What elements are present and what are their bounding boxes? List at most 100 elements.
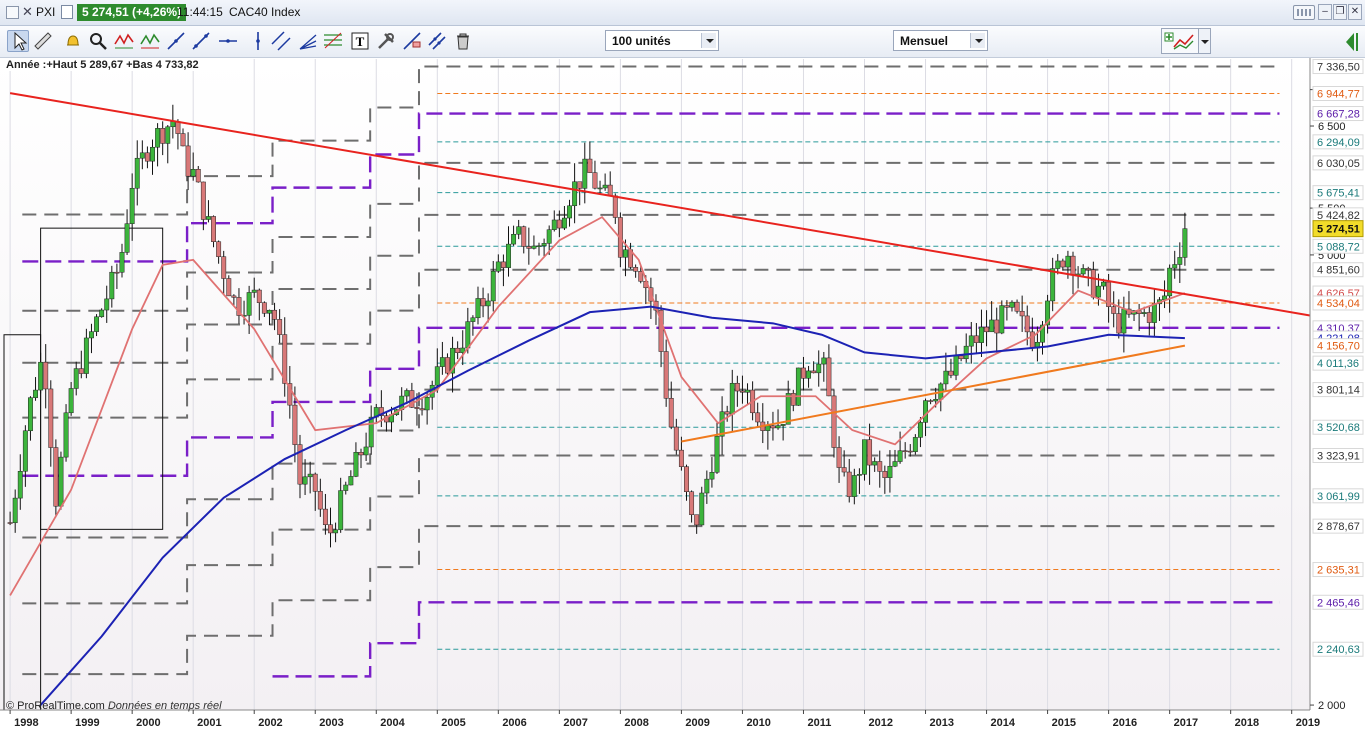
candle-up [714, 435, 720, 473]
price-chart[interactable]: 7 0006 5005 5005 0002 0007 336,506 944,7… [0, 58, 1365, 735]
cursor-tool[interactable] [7, 30, 29, 52]
candle-down [322, 508, 328, 525]
candle-up [597, 187, 603, 190]
chevron-down-icon[interactable] [701, 33, 716, 48]
ruler-tool[interactable] [32, 30, 54, 52]
candle-up [816, 363, 822, 374]
candle-up [765, 425, 771, 431]
indicators-dropdown[interactable] [1199, 28, 1211, 54]
candle-down [1029, 331, 1035, 349]
level-label: 4 156,70 [1317, 341, 1360, 353]
keyboard-icon[interactable] [1293, 5, 1315, 20]
level-label: 5 088,72 [1317, 241, 1360, 253]
fan-tool[interactable] [297, 30, 319, 52]
candle-down [948, 370, 954, 376]
horizontal-line-tool[interactable] [217, 30, 239, 52]
alert-bell-tool[interactable] [62, 30, 84, 52]
candle-down [577, 181, 583, 189]
candle-down [114, 271, 120, 274]
candle-up [1065, 255, 1071, 268]
candle-down [587, 158, 593, 173]
candle-up [1182, 228, 1188, 258]
candle-up [165, 126, 171, 144]
candle-up [699, 492, 705, 526]
candle-up [465, 321, 471, 349]
period-select[interactable]: Mensuel [893, 30, 988, 51]
level-label: 3 801,14 [1317, 385, 1360, 397]
candle-up [862, 439, 867, 475]
candle-up [27, 397, 33, 432]
candle-down [607, 184, 613, 197]
candle-down [455, 347, 461, 353]
tools-tool[interactable] [375, 30, 397, 52]
text-tool[interactable]: T [349, 30, 371, 52]
candle-up [94, 316, 100, 332]
candle-up [979, 326, 984, 343]
svg-text:T: T [356, 34, 365, 49]
channel-tool[interactable] [270, 30, 292, 52]
chart-area[interactable]: 7 0006 5005 5005 0002 0007 336,506 944,7… [0, 58, 1365, 735]
candle-up [246, 292, 252, 316]
candle-up [572, 181, 578, 207]
candle-down [1085, 268, 1091, 271]
candle-up [912, 437, 918, 452]
trend-line-tool[interactable] [190, 30, 212, 52]
vertical-line-tool[interactable] [247, 30, 269, 52]
candle-down [1060, 260, 1066, 268]
candle-down [221, 256, 227, 279]
level-label: 5 675,41 [1317, 188, 1360, 200]
candle-down [419, 408, 425, 411]
window-checkbox[interactable] [6, 6, 19, 19]
minimize-icon[interactable]: – [1318, 4, 1332, 20]
close-tab-icon[interactable]: ✕ [22, 4, 33, 20]
candle-up [953, 355, 959, 376]
indicators-button[interactable] [1161, 28, 1199, 54]
zigzag-green-tool[interactable] [139, 30, 161, 52]
year-tick-label: 2006 [502, 717, 526, 729]
candle-up [333, 529, 339, 534]
fibonacci-tool[interactable] [322, 30, 344, 52]
candle-up [22, 430, 28, 472]
candle-down [770, 425, 776, 429]
year-tick-label: 2019 [1296, 717, 1320, 729]
candle-down [78, 368, 84, 374]
candle-up [251, 289, 257, 293]
cursor-icon [14, 31, 28, 51]
fan-icon [299, 34, 317, 50]
units-select[interactable]: 100 unités [605, 30, 719, 51]
restore-icon[interactable]: ❐ [1333, 4, 1347, 20]
candle-up [363, 446, 369, 456]
close-window-icon[interactable]: ✕ [1348, 4, 1362, 20]
indicators-icon [1164, 32, 1194, 50]
parallel-tool[interactable] [426, 30, 448, 52]
candle-down [907, 450, 913, 453]
trash-tool[interactable] [452, 30, 474, 52]
candle-down [231, 295, 237, 298]
trash-icon [457, 33, 469, 50]
candle-up [68, 388, 74, 414]
trend-line-icon [192, 32, 210, 50]
candle-down [43, 361, 49, 390]
year-tick-label: 2000 [136, 717, 160, 729]
chevron-down-icon[interactable] [970, 33, 985, 48]
candle-down [826, 357, 832, 397]
candle-down [521, 226, 527, 247]
candle-up [470, 317, 476, 322]
year-tick-label: 2009 [685, 717, 709, 729]
line-tool[interactable] [165, 30, 187, 52]
eraser-line-tool[interactable] [401, 30, 423, 52]
candle-up [1055, 260, 1061, 269]
candle-down [526, 246, 532, 249]
candle-up [1177, 257, 1183, 265]
credit-realtime: Données en temps réel [107, 700, 222, 712]
year-tick-label: 2015 [1052, 717, 1076, 729]
candle-down [48, 388, 54, 448]
zigzag-red-tool[interactable] [113, 30, 135, 52]
candle-up [267, 309, 272, 314]
candle-down [877, 461, 883, 472]
alert-bell-icon [67, 35, 79, 46]
zoom-tool[interactable] [87, 30, 109, 52]
candle-up [856, 474, 862, 476]
panel-arrow-icon[interactable] [1339, 29, 1361, 55]
document-icon[interactable] [61, 5, 73, 19]
